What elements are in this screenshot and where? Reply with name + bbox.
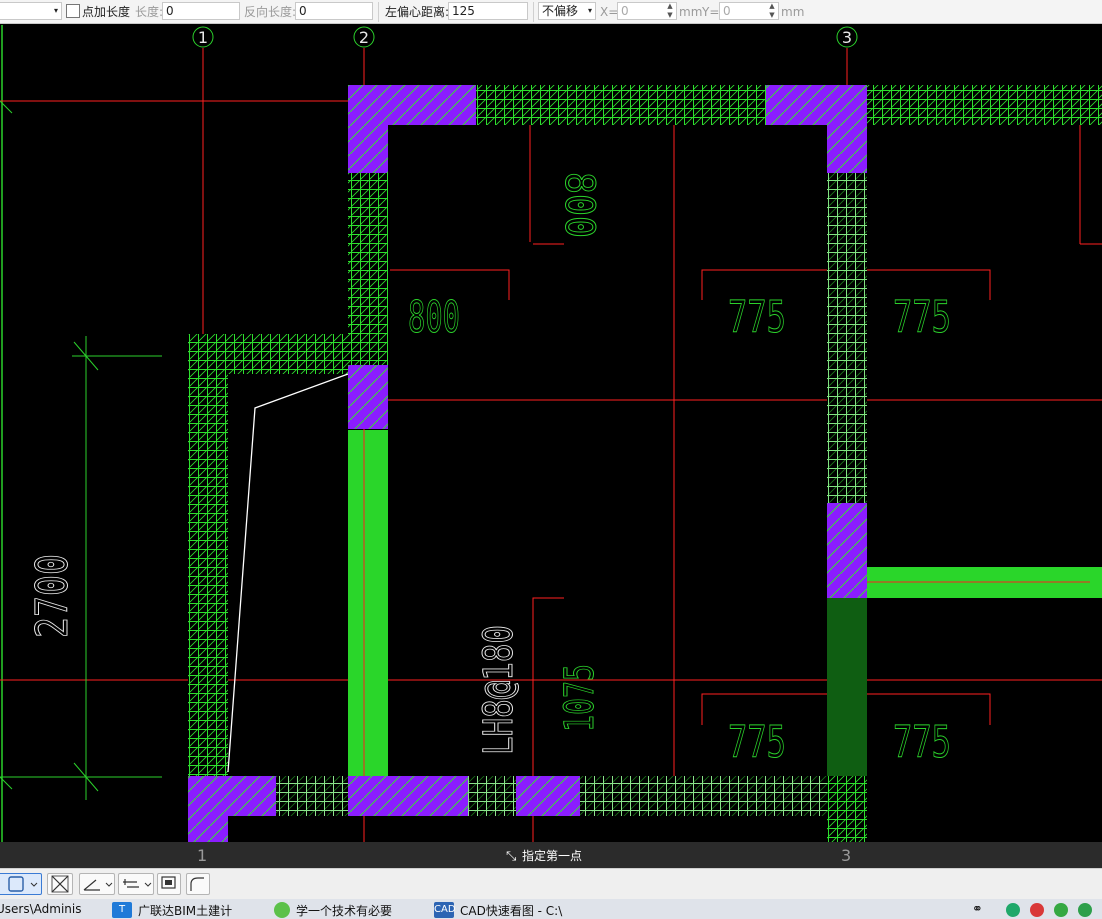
tray-green-icon[interactable] (1006, 903, 1020, 917)
tray-red-icon[interactable] (1030, 903, 1044, 917)
add-length-label: 点加长度 (82, 5, 131, 19)
hatched-walls (188, 85, 1102, 816)
dim-2700: 2700 (27, 554, 78, 638)
command-prompt-text: 指定第一点 (522, 849, 583, 863)
tray-wechat-icon[interactable] (1054, 903, 1068, 917)
taskbar-app-label: 广联达BIM土建计 (138, 904, 233, 918)
shrink-arrows-icon: ⤡ (506, 849, 517, 864)
add-length-checkbox[interactable]: 点加长度 (66, 3, 130, 21)
offset-mode-select[interactable]: 不偏移 ▾ (538, 2, 596, 20)
svg-text:2: 2 (359, 28, 369, 47)
dim-775-a: 775 (728, 292, 786, 343)
chevron-down-icon: ▾ (587, 6, 592, 15)
axis-bottom-1: 1 (197, 846, 208, 865)
screen-capture-button[interactable] (157, 873, 181, 895)
axis-bubble-1: 1 (192, 26, 214, 48)
taskbar-app-label: CAD快速看图 - C:\ (460, 904, 563, 918)
svg-text:3: 3 (842, 28, 852, 47)
y-label: Y= (702, 5, 720, 19)
toolbar-divider (378, 2, 379, 22)
y-spinner-icon[interactable]: ▲ ▼ (767, 2, 777, 20)
cad-viewer-app-icon: CAD (434, 902, 456, 918)
angle-tool-button[interactable] (79, 873, 115, 895)
chevron-down-icon: ▾ (53, 6, 58, 15)
reverse-length-label: 反向长度: (244, 5, 297, 19)
draw-options-toolbar: ▾ 点加长度 长度: 0 反向长度: 0 左偏心距离: 125 不偏移 ▾ X= … (0, 0, 1102, 24)
taskbar-app-learning[interactable]: 学一个技术有必要 (274, 902, 392, 919)
svg-text:1: 1 (198, 28, 208, 47)
toolbar-divider (533, 2, 534, 22)
axis-bottom-3: 3 (841, 846, 852, 865)
rectangle-tool-button[interactable] (0, 873, 42, 895)
rectangle-icon (8, 876, 38, 892)
offset-mode-value: 不偏移 (542, 4, 579, 18)
x-label: X= (600, 5, 619, 19)
axis-bubble-2: 2 (353, 26, 375, 48)
cad-drawing-canvas[interactable]: 1 2 3 800 800 775 775 2700 1075 LH8@180 … (0, 25, 1102, 842)
left-offset-input[interactable]: 125 (448, 2, 528, 20)
screen-icon (161, 876, 176, 889)
axis-bubbles: 1 2 3 (192, 26, 858, 48)
offset-line-icon (123, 879, 152, 888)
reverse-length-input[interactable]: 0 (295, 2, 373, 20)
dim-1075: 1075 (557, 664, 603, 732)
taskbar: Users\Adminis T 广联达BIM土建计 学一个技术有必要 CAD CAD… (0, 899, 1102, 919)
offset-tool-button[interactable] (118, 873, 154, 895)
y-unit: mm (781, 5, 805, 19)
axis-bubble-3: 3 (836, 26, 858, 48)
dimension-2700-line (0, 100, 162, 800)
dim-800-vertical: 800 (556, 172, 602, 238)
command-status-bar: 1 ⤡ 指定第一点 3 (0, 842, 1102, 868)
taskbar-path: Users\Adminis (0, 902, 82, 916)
arc-tool-button[interactable] (186, 873, 210, 895)
taskbar-app-glodon[interactable]: T 广联达BIM土建计 (112, 902, 232, 919)
tray-app-icon[interactable] (1078, 903, 1092, 917)
mode-dropdown[interactable]: ▾ (0, 2, 62, 20)
globe-app-icon (274, 902, 290, 918)
command-prompt: ⤡ 指定第一点 (506, 847, 582, 864)
dim-800: 800 (408, 292, 460, 343)
x-spinner-icon[interactable]: ▲ ▼ (665, 2, 675, 20)
cross-tool-button[interactable] (47, 873, 73, 895)
beam-rebar-label: LH8@180 (476, 625, 522, 755)
checkbox-icon (66, 4, 80, 18)
drawn-polyline (227, 373, 349, 773)
length-input[interactable]: 0 (162, 2, 240, 20)
tray-share-icon[interactable]: ⚭ (972, 902, 983, 919)
length-label: 长度: (135, 5, 164, 19)
dim-775-c: 775 (728, 717, 786, 768)
taskbar-app-cad-viewer[interactable]: CAD CAD快速看图 - C:\ (434, 902, 562, 919)
glodon-app-icon: T (112, 902, 132, 918)
draw-tools-row (0, 868, 1102, 899)
x-unit: mm (679, 5, 703, 19)
angle-icon (83, 879, 113, 891)
taskbar-app-label: 学一个技术有必要 (296, 904, 393, 918)
arc-icon (190, 877, 204, 891)
dimension-texts: 800 800 775 775 2700 1075 LH8@180 775 77… (27, 172, 952, 769)
cross-icon (51, 875, 69, 893)
dim-775-b: 775 (893, 292, 951, 343)
dim-775-d: 775 (893, 717, 951, 768)
left-offset-label: 左偏心距离: (385, 5, 450, 19)
